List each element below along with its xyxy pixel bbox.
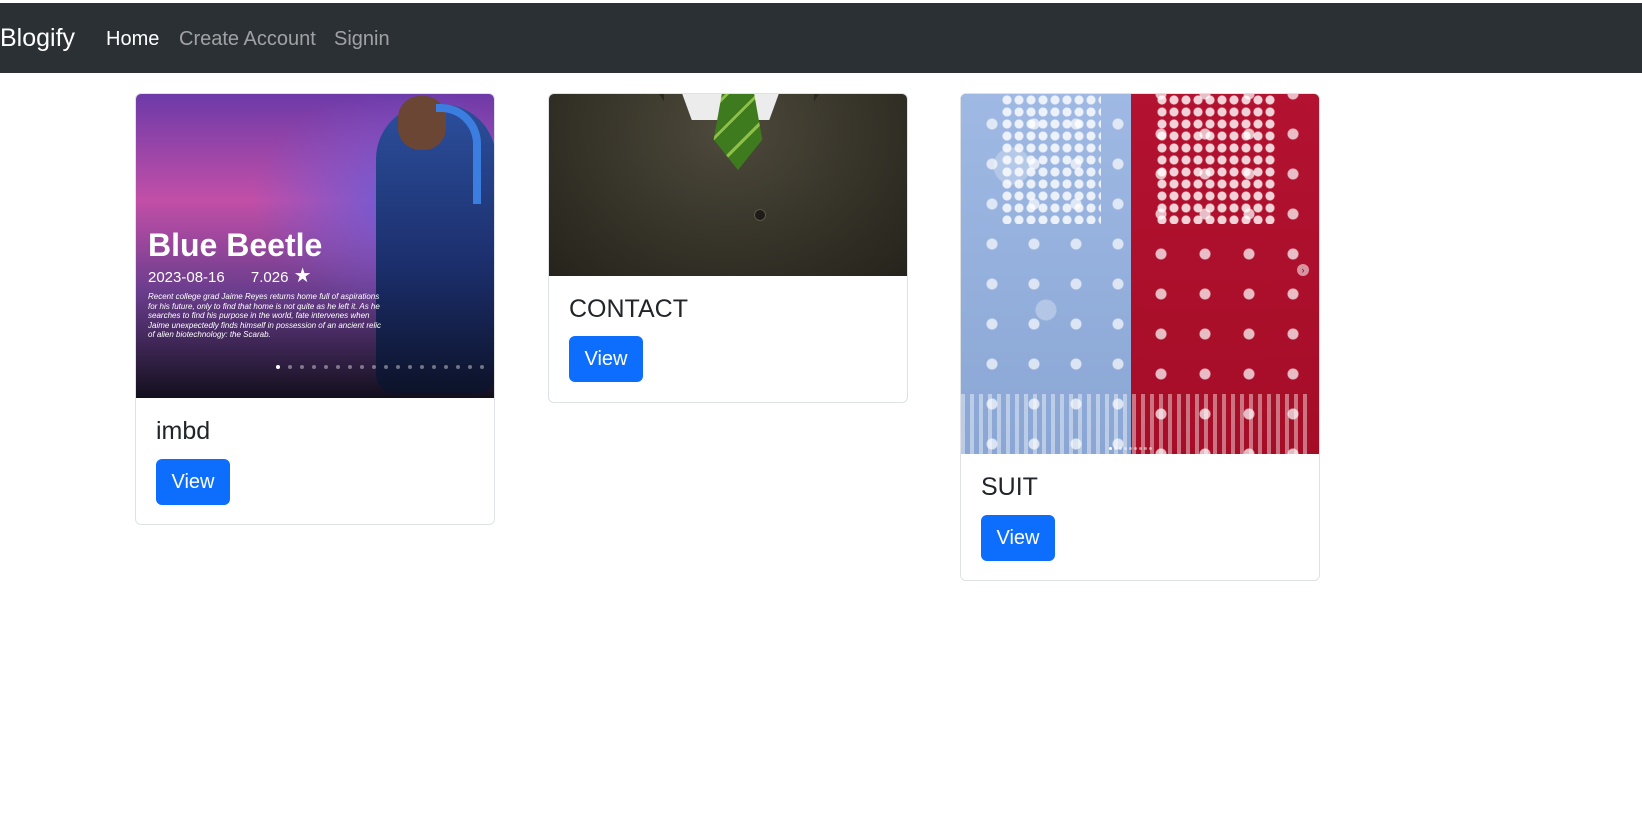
card-suit: › SUIT View bbox=[960, 93, 1320, 581]
chevron-right-icon[interactable]: › bbox=[1297, 264, 1309, 276]
carousel-dot[interactable] bbox=[468, 365, 472, 369]
carousel-dot[interactable] bbox=[372, 365, 376, 369]
nav-link-create-account[interactable]: Create Account bbox=[179, 27, 316, 51]
poster-meta: 2023-08-16 7.026 ★ bbox=[148, 265, 312, 287]
carousel-dot[interactable] bbox=[1114, 447, 1117, 450]
navbar: Blogify Home Create Account Signin bbox=[0, 3, 1642, 73]
carousel-dot[interactable] bbox=[420, 365, 424, 369]
nav-link-home[interactable]: Home bbox=[106, 27, 159, 51]
card-body: CONTACT View bbox=[569, 294, 688, 382]
carousel-dot[interactable] bbox=[480, 365, 484, 369]
card-imbd: Blue Beetle 2023-08-16 7.026 ★ Recent co… bbox=[135, 93, 495, 525]
card-title: CONTACT bbox=[569, 295, 688, 323]
carousel-dot[interactable] bbox=[1124, 447, 1127, 450]
carousel-dot[interactable] bbox=[1139, 447, 1142, 450]
card-body: SUIT View bbox=[981, 472, 1055, 561]
carousel-dot[interactable] bbox=[324, 365, 328, 369]
carousel-dot[interactable] bbox=[396, 365, 400, 369]
suit-red-yoke bbox=[1156, 94, 1276, 224]
carousel-dot[interactable] bbox=[312, 365, 316, 369]
nav-link-signin[interactable]: Signin bbox=[334, 27, 390, 51]
carousel-dot[interactable] bbox=[408, 365, 412, 369]
card-image-carousel[interactable]: › bbox=[961, 94, 1319, 454]
carousel-dot[interactable] bbox=[276, 365, 280, 369]
suit-border-pattern bbox=[961, 394, 1311, 454]
navbar-brand[interactable]: Blogify bbox=[0, 23, 75, 53]
carousel-dot[interactable] bbox=[348, 365, 352, 369]
carousel-dot[interactable] bbox=[336, 365, 340, 369]
star-icon: ★ bbox=[293, 265, 312, 287]
sweater-button bbox=[754, 209, 766, 221]
carousel-dot[interactable] bbox=[1129, 447, 1132, 450]
carousel-dot[interactable] bbox=[432, 365, 436, 369]
carousel-dot[interactable] bbox=[1119, 447, 1122, 450]
poster-date: 2023-08-16 bbox=[148, 269, 225, 286]
card-title: SUIT bbox=[981, 473, 1038, 501]
carousel-dot[interactable] bbox=[1144, 447, 1147, 450]
view-button[interactable]: View bbox=[156, 459, 230, 505]
poster-title: Blue Beetle bbox=[148, 227, 323, 263]
poster-rating: 7.026 bbox=[250, 269, 289, 286]
card-body: imbd View bbox=[156, 416, 230, 505]
poster-description: Recent college grad Jaime Reyes returns … bbox=[148, 292, 382, 339]
carousel-dot[interactable] bbox=[456, 365, 460, 369]
carousel-dot[interactable] bbox=[1149, 447, 1152, 450]
card-image-carousel[interactable]: Blue Beetle 2023-08-16 7.026 ★ Recent co… bbox=[136, 94, 494, 398]
suit-blue-yoke bbox=[1001, 94, 1101, 224]
view-button[interactable]: View bbox=[569, 336, 643, 382]
card-contact: CONTACT View bbox=[548, 93, 908, 403]
carousel-dot[interactable] bbox=[300, 365, 304, 369]
card-title: imbd bbox=[156, 417, 211, 445]
carousel-dot[interactable] bbox=[444, 365, 448, 369]
carousel-dot[interactable] bbox=[1109, 447, 1112, 450]
carousel-dot[interactable] bbox=[384, 365, 388, 369]
carousel-dot[interactable] bbox=[360, 365, 364, 369]
carousel-dot[interactable] bbox=[288, 365, 292, 369]
view-button[interactable]: View bbox=[981, 515, 1055, 561]
carousel-dot[interactable] bbox=[1134, 447, 1137, 450]
card-image bbox=[549, 94, 907, 276]
